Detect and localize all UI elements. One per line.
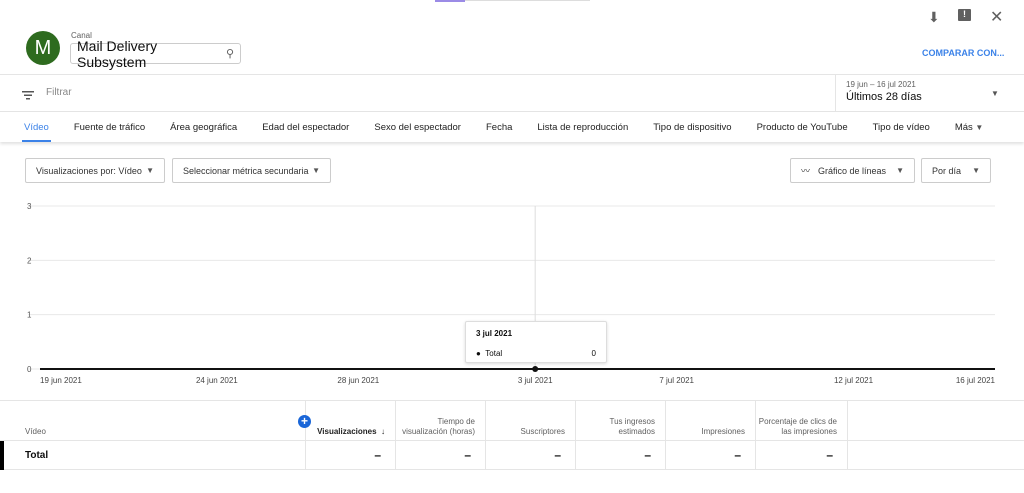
col-impressions[interactable]: Impresiones <box>665 401 755 441</box>
total-revenue: – <box>575 441 665 470</box>
col-views[interactable]: Visualizaciones ↓ <box>305 401 395 441</box>
col-empty <box>847 401 1024 441</box>
line-chart-icon: 〰 <box>801 166 811 176</box>
loading-bar <box>435 0 465 2</box>
secondary-metric-select[interactable]: Seleccionar métrica secundaria ▼ <box>172 158 331 183</box>
col-video[interactable]: Vídeo <box>0 401 305 441</box>
date-range-text: 19 jun – 16 jul 2021 <box>846 80 916 89</box>
chevron-down-icon: ▼ <box>991 89 999 98</box>
tab-traffic-source[interactable]: Fuente de tráfico <box>74 112 145 142</box>
tab-age[interactable]: Edad del espectador <box>262 112 349 142</box>
y-tick-label: 1 <box>27 311 32 320</box>
granularity-select[interactable]: Por día ▼ <box>921 158 991 183</box>
download-icon[interactable]: ⬇ <box>928 9 940 26</box>
total-views: – <box>305 441 395 470</box>
col-views-label: Visualizaciones <box>317 427 377 436</box>
x-tick-label: 16 jul 2021 <box>956 376 996 385</box>
feedback-icon[interactable]: ! <box>958 9 971 21</box>
x-tick-label: 7 jul 2021 <box>659 376 694 385</box>
chevron-down-icon: ▼ <box>896 166 904 175</box>
tab-video[interactable]: Vídeo <box>22 112 51 142</box>
total-ctr: – <box>755 441 847 470</box>
chevron-down-icon: ▼ <box>975 122 984 132</box>
close-icon[interactable]: ✕ <box>990 7 1003 27</box>
secondary-metric-value: Seleccionar métrica secundaria <box>183 165 309 176</box>
tab-geography[interactable]: Área geográfica <box>170 112 237 142</box>
col-ctr[interactable]: Porcentaje de clics de las impresiones <box>755 401 847 441</box>
tab-more-label: Más <box>954 121 973 133</box>
x-tick-label: 12 jul 2021 <box>834 376 874 385</box>
avatar: M <box>26 31 60 65</box>
total-empty <box>847 441 1024 470</box>
total-watch-time: – <box>395 441 485 470</box>
search-icon: ⚲ <box>225 48 234 60</box>
total-label: Total <box>25 450 49 461</box>
x-tick-label: 24 jun 2021 <box>196 376 238 385</box>
metric-select[interactable]: Visualizaciones por: Vídeo ▼ <box>25 158 165 183</box>
y-tick-label: 0 <box>27 365 32 374</box>
series-dot-icon: ● <box>476 349 481 358</box>
total-subscribers: – <box>485 441 575 470</box>
granularity-value: Por día <box>932 165 962 176</box>
tab-more[interactable]: Más ▼ <box>955 112 984 142</box>
loading-track <box>465 0 590 1</box>
x-tick-label: 3 jul 2021 <box>518 376 553 385</box>
y-tick-label: 3 <box>27 202 32 211</box>
date-range-label: Últimos 28 días <box>846 91 922 103</box>
date-range-picker[interactable]: 19 jun – 16 jul 2021 Últimos 28 días ▼ <box>835 75 1024 111</box>
add-metric-icon[interactable]: + <box>298 415 311 428</box>
tab-video-type[interactable]: Tipo de vídeo <box>873 112 930 142</box>
chart-tooltip: 3 jul 2021 ● Total 0 <box>465 321 607 363</box>
col-revenue[interactable]: Tus ingresos estimados <box>575 401 665 441</box>
filter-icon[interactable] <box>22 87 34 105</box>
x-tick-label: 19 jun 2021 <box>40 376 82 385</box>
channel-name: Mail Delivery Subsystem <box>77 37 158 70</box>
tab-date[interactable]: Fecha <box>486 112 512 142</box>
col-watch-time[interactable]: Tiempo de visualización (horas) <box>395 401 485 441</box>
metric-select-value: Visualizaciones por: Vídeo <box>36 165 142 176</box>
channel-search-input[interactable]: Mail Delivery Subsystem ⚲ <box>70 38 241 70</box>
tooltip-date: 3 jul 2021 <box>476 329 513 338</box>
table-header: Vídeo Visualizaciones ↓ Tiempo de visual… <box>0 400 1024 441</box>
data-point <box>532 366 539 372</box>
total-impressions: – <box>665 441 755 470</box>
chart-type-select[interactable]: 〰 Gráfico de líneas ▼ <box>790 158 915 183</box>
table-row-total: Total – – – – – – <box>0 441 1024 470</box>
tab-gender[interactable]: Sexo del espectador <box>374 112 461 142</box>
chart-type-value: Gráfico de líneas <box>818 166 887 176</box>
tooltip-value: 0 <box>591 349 596 358</box>
x-tick-label: 28 jun 2021 <box>337 376 379 385</box>
y-tick-label: 2 <box>27 256 32 265</box>
tab-device-type[interactable]: Tipo de dispositivo <box>653 112 731 142</box>
tab-youtube-product[interactable]: Producto de YouTube <box>757 112 848 142</box>
chevron-down-icon: ▼ <box>312 166 320 175</box>
chevron-down-icon: ▼ <box>146 166 154 175</box>
filter-input[interactable]: Filtrar <box>46 87 72 98</box>
compare-button[interactable]: COMPARAR CON... <box>922 48 1004 58</box>
sort-down-icon: ↓ <box>381 427 385 436</box>
tab-bar: Vídeo Fuente de tráfico Área geográfica … <box>0 112 1024 142</box>
chevron-down-icon: ▼ <box>972 166 980 175</box>
col-subscribers[interactable]: Suscriptores <box>485 401 575 441</box>
tab-playlist[interactable]: Lista de reproducción <box>537 112 628 142</box>
tooltip-series: Total <box>485 349 503 358</box>
